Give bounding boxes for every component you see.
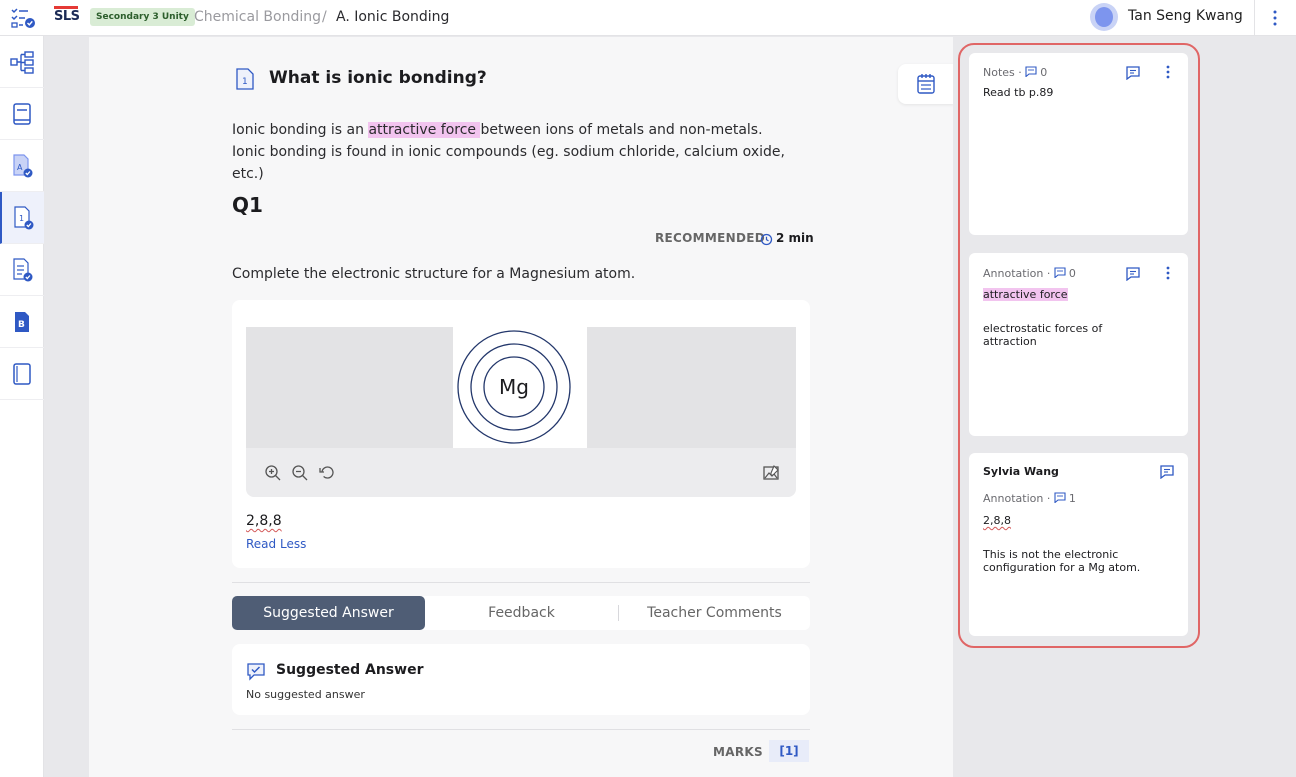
summary-book-icon	[13, 362, 31, 385]
notes-toggle-button[interactable]	[898, 64, 954, 104]
question-label: Q1	[232, 193, 263, 217]
flow-map-icon	[10, 50, 34, 74]
suggested-answer-body: No suggested answer	[246, 688, 365, 701]
highlighted-text[interactable]: attractive force	[368, 122, 481, 138]
breadcrumb-section: A. Ionic Bonding	[336, 9, 450, 25]
student-answer[interactable]: 2,8,8	[246, 513, 282, 529]
marks-value: [1]	[769, 740, 809, 762]
class-badge: Secondary 3 Unity	[90, 8, 195, 26]
divider	[1254, 0, 1255, 36]
breadcrumb-separator: /	[322, 9, 327, 25]
image-viewer: Mg	[246, 327, 796, 497]
sidebar-item-activity-a[interactable]: A	[0, 140, 44, 192]
read-less-link[interactable]: Read Less	[246, 537, 306, 551]
edit-image-icon[interactable]	[762, 464, 780, 482]
tab-teacher-comments[interactable]: Teacher Comments	[618, 596, 811, 630]
apps-checklist-icon[interactable]	[10, 6, 36, 30]
svg-text:A: A	[17, 163, 23, 172]
clock-icon	[760, 231, 773, 250]
sidebar-item-book[interactable]	[0, 88, 44, 140]
recommended-duration: 2 min	[776, 231, 814, 245]
zoom-out-icon[interactable]	[291, 464, 309, 482]
user-name[interactable]: Tan Seng Kwang	[1128, 8, 1243, 24]
sls-logo[interactable]: SLS	[54, 6, 80, 24]
reset-icon[interactable]	[318, 464, 336, 482]
svg-text:1: 1	[242, 77, 248, 87]
activity-b-icon: B	[15, 311, 29, 332]
activity-1-icon: 1	[14, 205, 34, 229]
answer-card: Mg 2,8,8 Read Less	[232, 300, 810, 568]
breadcrumb-topic[interactable]: Chemical Bonding	[194, 9, 321, 25]
zoom-in-icon[interactable]	[264, 464, 282, 482]
image-canvas[interactable]: Mg	[246, 327, 796, 448]
avatar[interactable]	[1090, 3, 1118, 31]
sidebar-item-flow-map[interactable]	[0, 36, 44, 88]
recommended-label: RECOMMENDED	[655, 231, 765, 245]
main-content: 1 What is ionic bonding? Ionic bonding i…	[89, 37, 953, 777]
atom-label: Mg	[499, 375, 529, 399]
suggested-answer-card: Suggested Answer No suggested answer	[232, 644, 810, 715]
intro-text: Ionic bonding is an attractive force bet…	[232, 119, 792, 185]
page-title: What is ionic bonding?	[269, 68, 487, 88]
marks-label: MARKS	[713, 745, 763, 759]
book-icon	[13, 102, 31, 125]
notepad-icon	[917, 74, 935, 94]
sidebar-item-activity-1[interactable]: 1	[0, 192, 44, 244]
answer-tabs: Suggested Answer Feedback Teacher Commen…	[232, 596, 810, 630]
chat-check-icon	[246, 661, 266, 685]
sidebar-item-activity-check[interactable]	[0, 244, 44, 296]
svg-text:1: 1	[19, 214, 24, 223]
activity-check-icon	[13, 257, 33, 281]
tab-feedback[interactable]: Feedback	[425, 596, 618, 630]
svg-text:B: B	[18, 320, 25, 330]
intro-text-start: Ionic bonding is an	[232, 122, 369, 138]
question-prompt: Complete the electronic structure for a …	[232, 266, 636, 282]
suggested-answer-title: Suggested Answer	[276, 662, 424, 678]
sidebar: A 1 B	[0, 36, 44, 777]
tab-suggested-answer[interactable]: Suggested Answer	[232, 596, 425, 630]
more-options-icon[interactable]	[1266, 8, 1284, 28]
atom-diagram: Mg	[453, 327, 587, 448]
sidebar-item-activity-b[interactable]: B	[0, 296, 44, 348]
top-bar: SLS Secondary 3 Unity Chemical Bonding /…	[0, 0, 1296, 36]
divider	[232, 729, 810, 730]
divider	[232, 582, 810, 583]
activity-1-icon: 1	[235, 67, 255, 95]
activity-a-icon: A	[13, 153, 33, 177]
sidebar-item-summary[interactable]	[0, 348, 44, 400]
notes-highlight-frame	[958, 43, 1200, 648]
